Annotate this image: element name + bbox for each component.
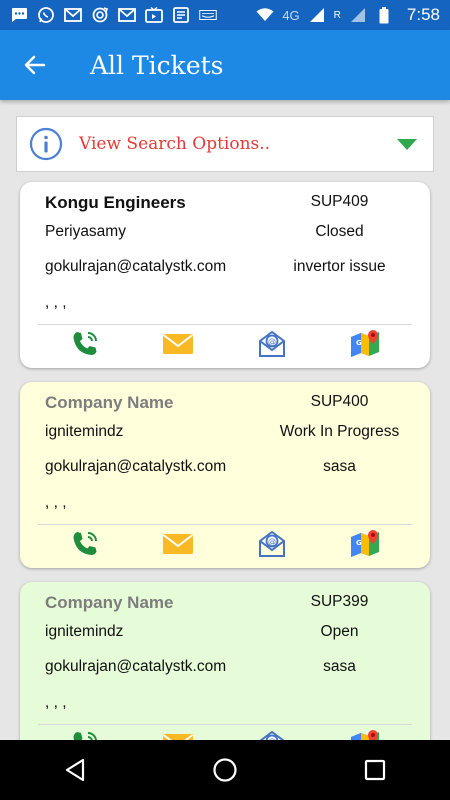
- nav-back-button[interactable]: [45, 740, 105, 800]
- chevron-down-icon: [397, 138, 417, 150]
- email-button[interactable]: @: [225, 328, 319, 364]
- ticket-id: SUP409: [310, 193, 369, 210]
- email-at-icon: @: [257, 529, 287, 564]
- address: , , ,: [45, 694, 67, 711]
- gmail-icon: [64, 7, 82, 23]
- ticket-card[interactable]: Company Name SUP400 ignitemindz Work In …: [20, 382, 430, 568]
- page-title: All Tickets: [90, 50, 224, 80]
- address: , , ,: [45, 494, 67, 511]
- circle-home-icon: [213, 758, 237, 782]
- navigation-bar: [0, 740, 450, 800]
- signal-icon: [349, 7, 367, 23]
- info-icon: [29, 127, 63, 161]
- sms-button[interactable]: [132, 328, 226, 364]
- contact-name: Periyasamy: [45, 223, 126, 240]
- contact-name: ignitemindz: [45, 423, 124, 440]
- svg-text:@: @: [268, 337, 276, 346]
- card-divider: [38, 324, 412, 325]
- notification-icons: [10, 7, 217, 23]
- tv-icon: [145, 7, 163, 23]
- svg-text:G: G: [356, 339, 362, 347]
- issue-summary: sasa: [323, 458, 356, 475]
- envelope-icon: [162, 532, 194, 561]
- ticket-actions: @ G: [38, 528, 412, 564]
- map-button[interactable]: G: [319, 528, 413, 564]
- clock: 7:58: [406, 5, 440, 24]
- sync-icon: [91, 7, 109, 23]
- nav-home-button[interactable]: [195, 740, 255, 800]
- roaming-indicator: R: [333, 9, 341, 21]
- ticket-id: SUP399: [310, 593, 369, 610]
- battery-icon: [375, 6, 393, 23]
- message-icon: [10, 7, 28, 23]
- svg-text:@: @: [268, 537, 276, 546]
- sms-button[interactable]: [132, 528, 226, 564]
- ticket-actions: @ G: [38, 328, 412, 364]
- signal-icon: [308, 7, 326, 23]
- email-button[interactable]: @: [225, 528, 319, 564]
- app-bar: All Tickets: [0, 30, 450, 100]
- contact-email: gokulrajan@catalystk.com: [45, 658, 227, 675]
- issue-summary: sasa: [323, 658, 356, 675]
- square-recents-icon: [364, 759, 386, 781]
- search-options-label: View Search Options..: [79, 134, 271, 154]
- issue-summary: invertor issue: [293, 258, 386, 275]
- news-icon: [172, 7, 190, 23]
- call-button[interactable]: [38, 328, 132, 364]
- map-button[interactable]: G: [319, 328, 413, 364]
- contact-email: gokulrajan@catalystk.com: [45, 458, 227, 475]
- card-divider: [38, 524, 412, 525]
- envelope-icon: [162, 332, 194, 361]
- ticket-status: Closed: [315, 223, 364, 240]
- nav-recents-button[interactable]: [345, 740, 405, 800]
- phone-icon: [70, 529, 100, 564]
- google-maps-icon: G: [349, 329, 381, 364]
- card-divider: [38, 724, 412, 725]
- company-name: Company Name: [45, 593, 174, 612]
- amazon-icon: [199, 7, 217, 23]
- phone-icon: [70, 329, 100, 364]
- ticket-status: Work In Progress: [279, 423, 400, 440]
- contact-email: gokulrajan@catalystk.com: [45, 258, 227, 275]
- ticket-status: Open: [320, 623, 359, 640]
- call-button[interactable]: [38, 528, 132, 564]
- company-name: Kongu Engineers: [45, 193, 186, 212]
- contact-name: ignitemindz: [45, 623, 124, 640]
- back-button[interactable]: [0, 30, 70, 100]
- company-name: Company Name: [45, 393, 174, 412]
- whatsapp-icon: [37, 7, 55, 23]
- search-options-toggle[interactable]: View Search Options..: [16, 116, 434, 172]
- svg-text:G: G: [356, 539, 362, 547]
- ticket-card[interactable]: Kongu Engineers SUP409 Periyasamy Closed…: [20, 182, 430, 368]
- status-bar: 4G R 7:58: [0, 0, 450, 30]
- network-type: 4G: [282, 7, 300, 23]
- ticket-id: SUP400: [310, 393, 369, 410]
- wifi-icon: [256, 7, 274, 23]
- address: , , ,: [45, 294, 67, 311]
- google-maps-icon: G: [349, 529, 381, 564]
- triangle-back-icon: [65, 758, 85, 782]
- system-status: 4G R 7:58: [256, 5, 440, 25]
- gmail-icon: [118, 7, 136, 23]
- arrow-left-icon: [24, 55, 46, 75]
- email-at-icon: @: [257, 329, 287, 364]
